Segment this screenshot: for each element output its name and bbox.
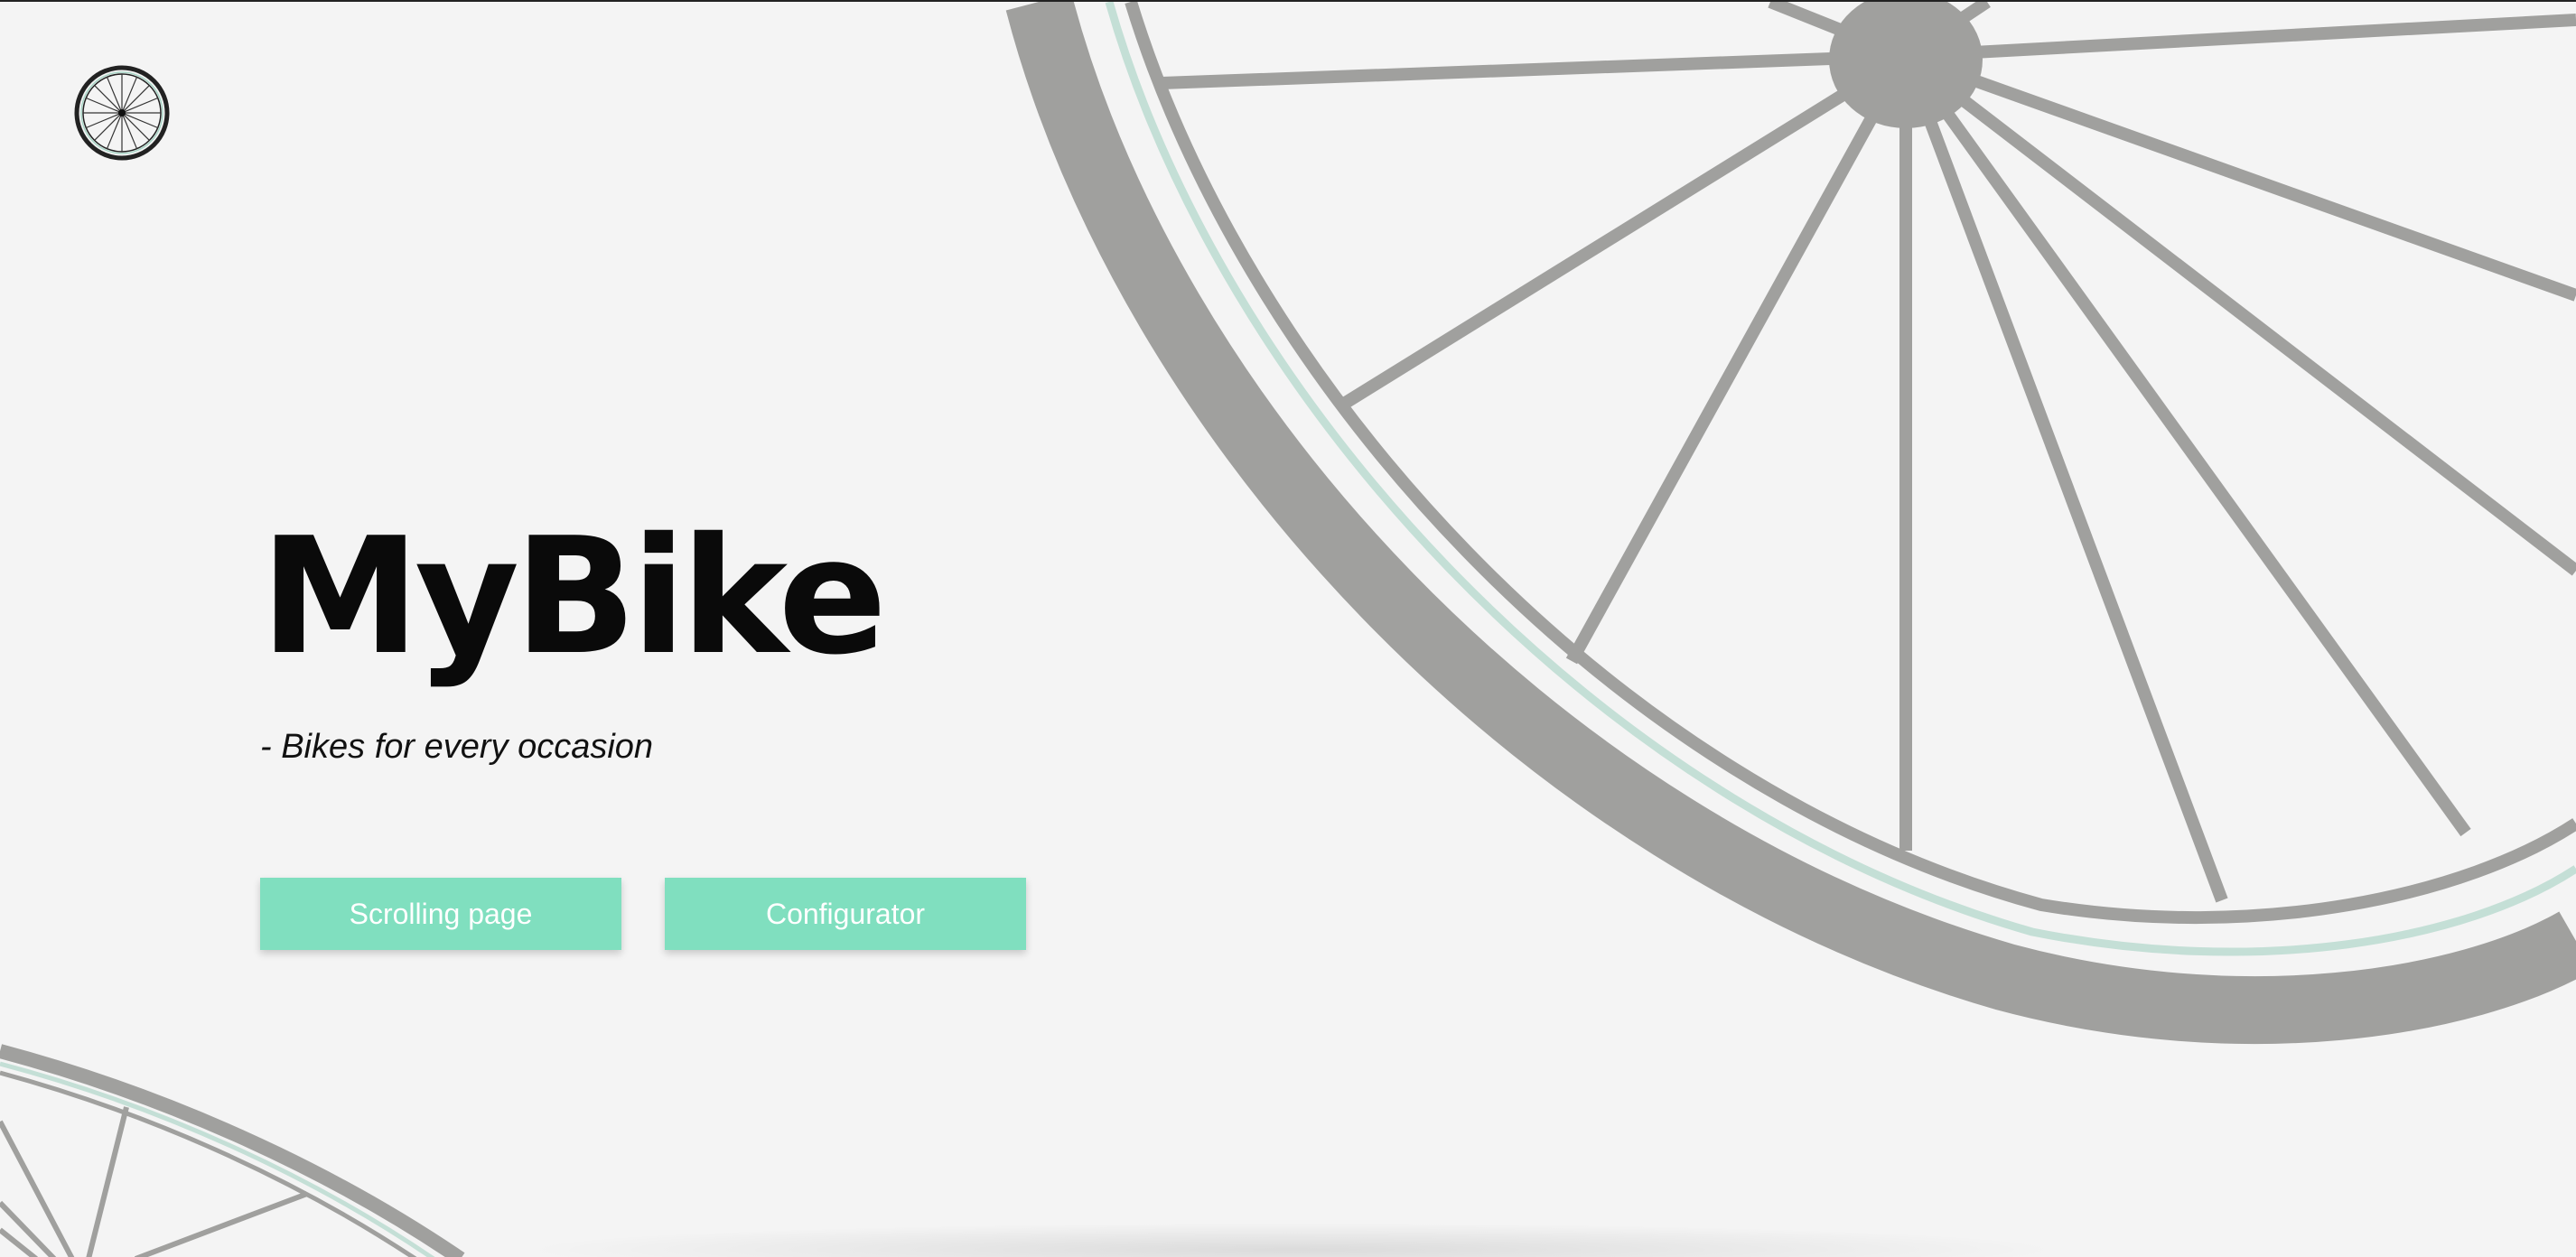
bottom-panel-shadow xyxy=(515,1223,2068,1257)
hero-section: MyBike xyxy=(260,503,887,690)
tagline: - Bikes for every occasion xyxy=(260,728,654,766)
small-wheel-illustration xyxy=(0,1044,465,1257)
brand-logo[interactable] xyxy=(74,65,170,161)
bicycle-wheel-icon xyxy=(74,65,170,161)
page-title: MyBike xyxy=(260,503,887,690)
scrolling-page-button[interactable]: Scrolling page xyxy=(260,878,621,950)
configurator-button[interactable]: Configurator xyxy=(665,878,1026,950)
large-wheel-illustration xyxy=(1005,2,2576,1045)
landing-page: MyBike - Bikes for every occasion Scroll… xyxy=(0,0,2576,1257)
